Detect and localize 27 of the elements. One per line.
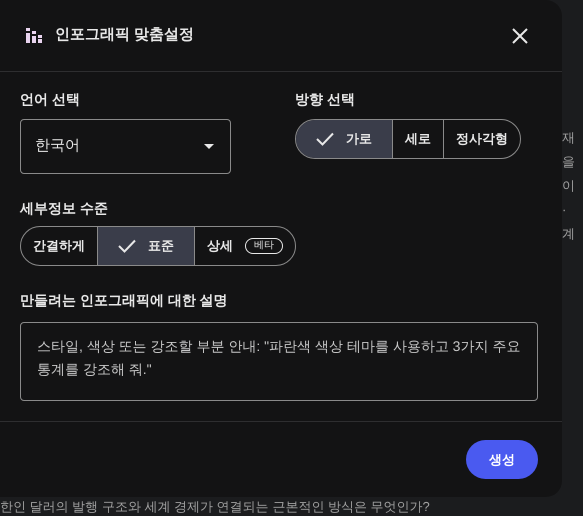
field-label: 방향 선택 [295,90,356,109]
background-text: 계 [562,226,575,242]
background-text: 이 [562,178,575,194]
segment-option[interactable]: 간결하게 [21,227,97,265]
dialog-title: 인포그래픽 맞춤설정 [55,25,194,46]
segment-option[interactable]: 가로 [296,120,392,158]
dropdown-caret-icon [204,144,214,149]
field-label: 만들려는 인포그래픽에 대한 설명 [20,291,229,310]
background-text: 을 [562,154,575,170]
beta-badge: 베타 [245,238,283,254]
background-text: · [562,202,568,218]
field-label: 언어 선택 [20,90,81,109]
chart-icon [26,28,43,43]
background-text: 한인 달러의 발행 구조와 세계 경제가 연결되는 근본적인 방식은 무엇인가? [0,499,430,515]
close-button[interactable] [512,28,528,44]
generate-button[interactable]: 생성 [466,440,538,479]
field-label: 세부정보 수준 [20,199,109,218]
segment-option[interactable]: 표준 [97,227,194,265]
segment-option[interactable]: 정사각형 [443,120,520,158]
language-dropdown[interactable]: 한국어 [20,119,231,174]
background-text: 재 [562,130,575,146]
close-icon [512,28,528,44]
segment-option[interactable]: 상세 베타 [194,227,295,265]
check-icon [118,239,136,253]
segment-option[interactable]: 세로 [392,120,443,158]
description-field[interactable]: 스타일, 색상 또는 강조할 부분 안내: "파란색 색상 테마를 사용하고 3가지 주요 통계를 강조해 줘." [20,322,538,401]
check-icon [316,132,334,146]
